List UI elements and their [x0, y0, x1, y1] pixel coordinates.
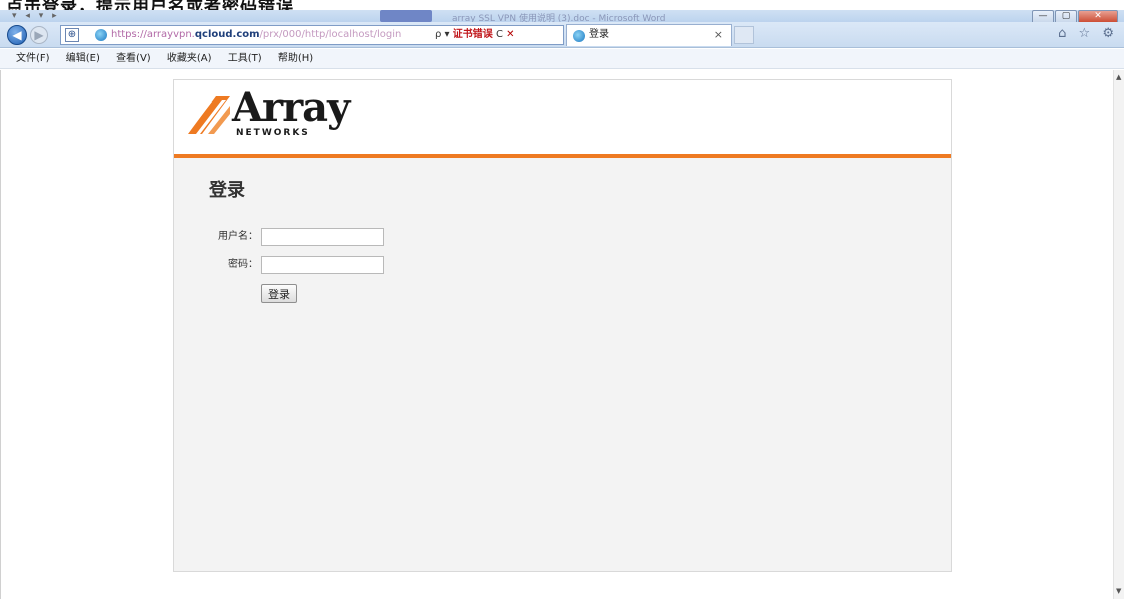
url-domain: qcloud.com — [194, 29, 260, 40]
login-button[interactable]: 登录 — [261, 284, 297, 303]
browser-navigation-bar: ◀ ▶ ⊕ https://arrayvpn.qcloud.com/prx/00… — [0, 22, 1124, 48]
password-label: 密码： — [228, 259, 258, 270]
url-prefix: https://arrayvpn. — [111, 29, 195, 40]
username-label: 用户名： — [218, 231, 258, 242]
logo-wordmark: Array — [232, 84, 350, 131]
username-input[interactable] — [261, 228, 384, 246]
menu-tools[interactable]: 工具(T) — [228, 53, 262, 64]
tab-title: 登录 — [589, 29, 609, 40]
page-title: 登录 — [209, 180, 245, 201]
logo-subtitle: NETWORKS — [236, 128, 310, 138]
ie-tab-icon — [573, 30, 585, 42]
menu-help[interactable]: 帮助(H) — [278, 53, 313, 64]
address-bar[interactable]: ⊕ https://arrayvpn.qcloud.com/prx/000/ht… — [60, 25, 564, 45]
array-networks-logo: Array NETWORKS — [186, 84, 350, 146]
refresh-icon[interactable]: C — [496, 29, 503, 40]
compatibility-view-icon[interactable]: ⊕ — [65, 28, 79, 42]
vertical-scrollbar[interactable]: ▲ ▼ — [1113, 70, 1124, 599]
panel-header: Array NETWORKS — [174, 80, 951, 158]
page-viewport: Array NETWORKS 登录 用户名： 密码： 登录 ▲ ▼ — [0, 70, 1124, 599]
search-icon[interactable]: ρ — [435, 29, 441, 40]
logo-stripes-icon — [186, 96, 230, 134]
active-window-indicator — [380, 10, 432, 22]
tab-close-icon[interactable]: × — [714, 25, 723, 45]
address-tools: ρ ▾ 证书错误 C ✕ — [435, 29, 515, 40]
quick-access-toolbar[interactable]: ▾ ◂ ▾ ▸ — [12, 11, 60, 21]
stop-icon[interactable]: ✕ — [506, 29, 514, 40]
viewport-border — [0, 70, 1, 599]
browser-tab-login[interactable]: 登录 × — [566, 24, 732, 46]
password-input[interactable] — [261, 256, 384, 274]
url-path: /prx/000/http/localhost/login — [259, 29, 402, 40]
document-caption: 点击登录，提示用户名或者密码错误 — [6, 0, 294, 10]
menu-favorites[interactable]: 收藏夹(A) — [167, 53, 212, 64]
scroll-down-icon[interactable]: ▼ — [1116, 587, 1121, 595]
back-button[interactable]: ◀ — [7, 25, 27, 45]
forward-button[interactable]: ▶ — [30, 26, 48, 44]
certificate-error-button[interactable]: 证书错误 — [453, 29, 493, 40]
login-panel: Array NETWORKS 登录 用户名： 密码： 登录 — [173, 79, 952, 572]
menu-bar: 文件(F) 编辑(E) 查看(V) 收藏夹(A) 工具(T) 帮助(H) — [0, 49, 1124, 69]
home-favorites-settings-icons[interactable]: ⌂ ☆ ⚙ — [1058, 26, 1118, 41]
menu-view[interactable]: 查看(V) — [116, 53, 151, 64]
scroll-up-icon[interactable]: ▲ — [1116, 73, 1121, 81]
menu-file[interactable]: 文件(F) — [16, 53, 50, 64]
url-text[interactable]: https://arrayvpn.qcloud.com/prx/000/http… — [111, 26, 401, 44]
window-titlebar: ▾ ◂ ▾ ▸ array SSL VPN 使用说明 (3).doc - Mic… — [0, 10, 1124, 24]
ie-page-icon — [95, 29, 107, 41]
menu-edit[interactable]: 编辑(E) — [66, 53, 100, 64]
new-tab-button[interactable] — [734, 26, 754, 44]
